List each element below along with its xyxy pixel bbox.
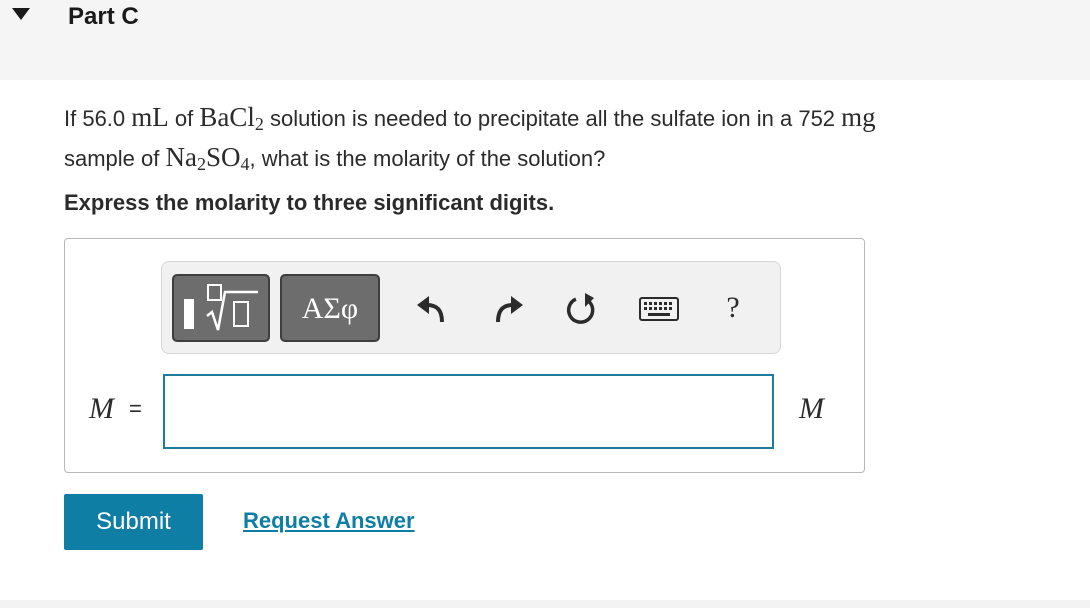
question-segment: , what is the molarity of the solution? [249,146,606,171]
question-segment: of [168,106,200,131]
part-title: Part C [68,3,139,30]
templates-icon [184,284,258,331]
submit-button[interactable]: Submit [64,494,203,550]
formula-na2so4: Na2SO4 [165,142,250,174]
formula-part: BaCl [199,102,255,132]
formula-part: SO [205,142,241,172]
keyboard-icon[interactable] [637,288,681,328]
unit-mg: mg [841,102,876,132]
formula-subscript: 2 [196,154,206,174]
question-segment: sample of [64,146,166,171]
undo-icon[interactable] [412,288,452,328]
part-header: Part C [0,0,1090,80]
reset-icon[interactable] [561,288,601,328]
formula-subscript: 2 [254,114,264,134]
collapse-caret-icon[interactable] [12,8,30,20]
question-segment: If 56.0 [64,106,132,131]
question-segment: solution is needed to precipitate all th… [263,106,842,131]
help-button[interactable]: ? [718,288,748,328]
question-text: If 56.0 mL of BaCl2 solution is needed t… [64,101,1074,181]
footer-strip [0,600,1090,608]
equals-sign: = [129,396,142,421]
redo-icon[interactable] [488,288,528,328]
symbols-button[interactable]: ΑΣφ [280,274,380,342]
formula-bacl2: BaCl2 [199,102,264,134]
templates-button[interactable] [172,274,270,342]
formula-subscript: 4 [240,154,250,174]
unit-ml: mL [131,102,169,132]
formula-part: Na [165,142,197,172]
answer-input[interactable] [163,374,774,449]
unit-label: M [799,392,824,425]
answer-box: ΑΣφ ? M = M [64,238,865,473]
variable-label: M [89,392,114,425]
symbols-label: ΑΣφ [301,292,359,325]
request-answer-link[interactable]: Request Answer [243,508,415,534]
instruction-text: Express the molarity to three significan… [64,190,555,215]
math-toolbar: ΑΣφ ? [161,261,781,354]
